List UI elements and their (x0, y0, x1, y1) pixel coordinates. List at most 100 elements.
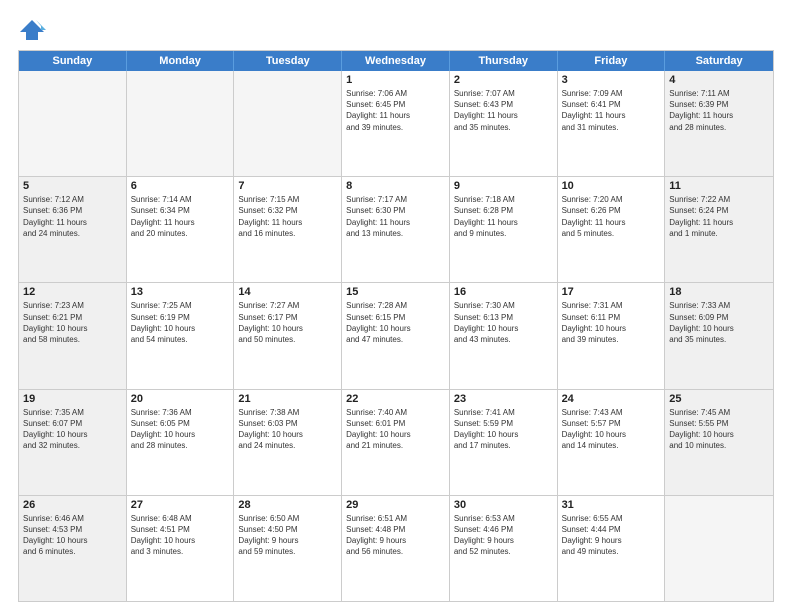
cal-cell: 26 Sunrise: 6:46 AM Sunset: 4:53 PM Dayli… (19, 496, 127, 601)
calendar-row-1: 1 Sunrise: 7:06 AM Sunset: 6:45 PM Daylig… (19, 71, 773, 176)
cell-info: Sunrise: 6:48 AM Sunset: 4:51 PM Dayligh… (131, 513, 230, 558)
weekday-header-saturday: Saturday (665, 51, 773, 71)
cal-cell: 9 Sunrise: 7:18 AM Sunset: 6:28 PM Daylig… (450, 177, 558, 282)
day-number: 4 (669, 74, 769, 86)
cal-cell: 12 Sunrise: 7:23 AM Sunset: 6:21 PM Dayli… (19, 283, 127, 388)
cell-info: Sunrise: 7:12 AM Sunset: 6:36 PM Dayligh… (23, 194, 122, 239)
cell-info: Sunrise: 7:25 AM Sunset: 6:19 PM Dayligh… (131, 300, 230, 345)
cell-info: Sunrise: 7:27 AM Sunset: 6:17 PM Dayligh… (238, 300, 337, 345)
day-number: 19 (23, 393, 122, 405)
cell-info: Sunrise: 7:22 AM Sunset: 6:24 PM Dayligh… (669, 194, 769, 239)
cell-info: Sunrise: 7:30 AM Sunset: 6:13 PM Dayligh… (454, 300, 553, 345)
cell-info: Sunrise: 7:09 AM Sunset: 6:41 PM Dayligh… (562, 88, 661, 133)
cal-cell: 29Sunrise: 6:51 AM Sunset: 4:48 PM Dayli… (342, 496, 450, 601)
cal-cell: 13 Sunrise: 7:25 AM Sunset: 6:19 PM Dayli… (127, 283, 235, 388)
day-number: 18 (669, 286, 769, 298)
weekday-header-tuesday: Tuesday (234, 51, 342, 71)
cell-info: Sunrise: 7:23 AM Sunset: 6:21 PM Dayligh… (23, 300, 122, 345)
cal-cell: 3 Sunrise: 7:09 AM Sunset: 6:41 PM Daylig… (558, 71, 666, 176)
weekday-header-friday: Friday (558, 51, 666, 71)
cell-info: Sunrise: 7:45 AM Sunset: 5:55 PM Dayligh… (669, 407, 769, 452)
page: SundayMondayTuesdayWednesdayThursdayFrid… (0, 0, 792, 612)
day-number: 5 (23, 180, 122, 192)
day-number: 8 (346, 180, 445, 192)
cal-cell (665, 496, 773, 601)
cell-info: Sunrise: 7:36 AM Sunset: 6:05 PM Dayligh… (131, 407, 230, 452)
day-number: 13 (131, 286, 230, 298)
cal-cell: 4 Sunrise: 7:11 AM Sunset: 6:39 PM Daylig… (665, 71, 773, 176)
day-number: 12 (23, 286, 122, 298)
day-number: 31 (562, 499, 661, 511)
day-number: 25 (669, 393, 769, 405)
cal-cell: 28 Sunrise: 6:50 AM Sunset: 4:50 PM Dayli… (234, 496, 342, 601)
cal-cell: 27Sunrise: 6:48 AM Sunset: 4:51 PM Dayli… (127, 496, 235, 601)
cal-cell: 1 Sunrise: 7:06 AM Sunset: 6:45 PM Daylig… (342, 71, 450, 176)
cell-info: Sunrise: 7:06 AM Sunset: 6:45 PM Dayligh… (346, 88, 445, 133)
cell-info: Sunrise: 6:53 AM Sunset: 4:46 PM Dayligh… (454, 513, 553, 558)
cell-info: Sunrise: 7:40 AM Sunset: 6:01 PM Dayligh… (346, 407, 445, 452)
calendar: SundayMondayTuesdayWednesdayThursdayFrid… (18, 50, 774, 602)
cell-info: Sunrise: 6:50 AM Sunset: 4:50 PM Dayligh… (238, 513, 337, 558)
calendar-body: 1 Sunrise: 7:06 AM Sunset: 6:45 PM Daylig… (19, 71, 773, 601)
cell-info: Sunrise: 6:46 AM Sunset: 4:53 PM Dayligh… (23, 513, 122, 558)
day-number: 22 (346, 393, 445, 405)
cal-cell: 14 Sunrise: 7:27 AM Sunset: 6:17 PM Dayli… (234, 283, 342, 388)
day-number: 2 (454, 74, 553, 86)
cal-cell: 15 Sunrise: 7:28 AM Sunset: 6:15 PM Dayli… (342, 283, 450, 388)
cal-cell: 18 Sunrise: 7:33 AM Sunset: 6:09 PM Dayli… (665, 283, 773, 388)
cell-info: Sunrise: 7:31 AM Sunset: 6:11 PM Dayligh… (562, 300, 661, 345)
weekday-header-wednesday: Wednesday (342, 51, 450, 71)
cal-cell: 11Sunrise: 7:22 AM Sunset: 6:24 PM Dayli… (665, 177, 773, 282)
cal-cell (127, 71, 235, 176)
day-number: 10 (562, 180, 661, 192)
cal-cell: 21 Sunrise: 7:38 AM Sunset: 6:03 PM Dayli… (234, 390, 342, 495)
cal-cell: 25 Sunrise: 7:45 AM Sunset: 5:55 PM Dayli… (665, 390, 773, 495)
cal-cell: 31 Sunrise: 6:55 AM Sunset: 4:44 PM Dayli… (558, 496, 666, 601)
cell-info: Sunrise: 7:17 AM Sunset: 6:30 PM Dayligh… (346, 194, 445, 239)
cal-cell: 10Sunrise: 7:20 AM Sunset: 6:26 PM Dayli… (558, 177, 666, 282)
cell-info: Sunrise: 7:33 AM Sunset: 6:09 PM Dayligh… (669, 300, 769, 345)
day-number: 17 (562, 286, 661, 298)
day-number: 29 (346, 499, 445, 511)
cal-cell: 23 Sunrise: 7:41 AM Sunset: 5:59 PM Dayli… (450, 390, 558, 495)
day-number: 24 (562, 393, 661, 405)
cal-cell: 6Sunrise: 7:14 AM Sunset: 6:34 PM Daylig… (127, 177, 235, 282)
cal-cell: 19 Sunrise: 7:35 AM Sunset: 6:07 PM Dayli… (19, 390, 127, 495)
day-number: 30 (454, 499, 553, 511)
day-number: 1 (346, 74, 445, 86)
cell-info: Sunrise: 7:07 AM Sunset: 6:43 PM Dayligh… (454, 88, 553, 133)
header (18, 18, 774, 42)
cell-info: Sunrise: 7:18 AM Sunset: 6:28 PM Dayligh… (454, 194, 553, 239)
cal-cell: 22 Sunrise: 7:40 AM Sunset: 6:01 PM Dayli… (342, 390, 450, 495)
day-number: 15 (346, 286, 445, 298)
day-number: 14 (238, 286, 337, 298)
cal-cell: 24Sunrise: 7:43 AM Sunset: 5:57 PM Dayli… (558, 390, 666, 495)
day-number: 23 (454, 393, 553, 405)
day-number: 21 (238, 393, 337, 405)
cell-info: Sunrise: 7:15 AM Sunset: 6:32 PM Dayligh… (238, 194, 337, 239)
day-number: 16 (454, 286, 553, 298)
cal-cell: 30 Sunrise: 6:53 AM Sunset: 4:46 PM Dayli… (450, 496, 558, 601)
weekday-header-thursday: Thursday (450, 51, 558, 71)
day-number: 9 (454, 180, 553, 192)
cal-cell: 20 Sunrise: 7:36 AM Sunset: 6:05 PM Dayli… (127, 390, 235, 495)
day-number: 26 (23, 499, 122, 511)
calendar-header: SundayMondayTuesdayWednesdayThursdayFrid… (19, 51, 773, 71)
day-number: 28 (238, 499, 337, 511)
day-number: 7 (238, 180, 337, 192)
cell-info: Sunrise: 7:35 AM Sunset: 6:07 PM Dayligh… (23, 407, 122, 452)
day-number: 20 (131, 393, 230, 405)
cell-info: Sunrise: 6:55 AM Sunset: 4:44 PM Dayligh… (562, 513, 661, 558)
cell-info: Sunrise: 7:41 AM Sunset: 5:59 PM Dayligh… (454, 407, 553, 452)
cell-info: Sunrise: 7:38 AM Sunset: 6:03 PM Dayligh… (238, 407, 337, 452)
cell-info: Sunrise: 7:28 AM Sunset: 6:15 PM Dayligh… (346, 300, 445, 345)
cal-cell: 5 Sunrise: 7:12 AM Sunset: 6:36 PM Daylig… (19, 177, 127, 282)
calendar-row-2: 5 Sunrise: 7:12 AM Sunset: 6:36 PM Daylig… (19, 176, 773, 282)
logo-icon (18, 18, 46, 42)
weekday-header-monday: Monday (127, 51, 235, 71)
day-number: 3 (562, 74, 661, 86)
cell-info: Sunrise: 7:11 AM Sunset: 6:39 PM Dayligh… (669, 88, 769, 133)
calendar-row-5: 26 Sunrise: 6:46 AM Sunset: 4:53 PM Dayli… (19, 495, 773, 601)
calendar-row-3: 12 Sunrise: 7:23 AM Sunset: 6:21 PM Dayli… (19, 282, 773, 388)
cal-cell (19, 71, 127, 176)
